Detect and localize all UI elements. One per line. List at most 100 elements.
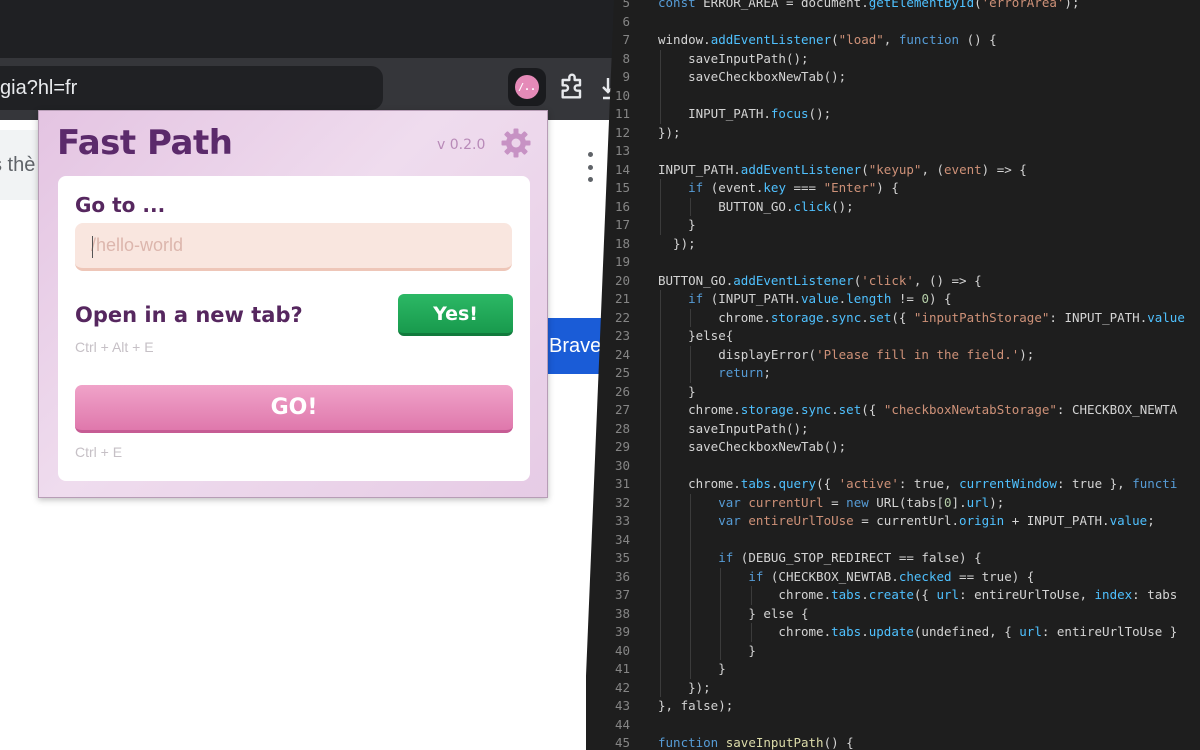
code-token: (INPUT_PATH.: [703, 291, 802, 306]
code-token: BUTTON_GO.: [658, 272, 734, 288]
indent-guide: [750, 586, 752, 605]
code-token: index: [1094, 587, 1133, 602]
code-token: length: [846, 291, 892, 306]
indent-guide: [660, 512, 661, 531]
code-token: : entireUrlToUse }: [1041, 624, 1178, 639]
code-line: 33 var entireUrlToUse = currentUrl.origi…: [586, 512, 1200, 531]
path-input[interactable]: [75, 223, 512, 271]
code-line: 44: [586, 716, 1200, 735]
code-token: 'Please fill in the field.': [816, 346, 1020, 362]
line-number: 38: [614, 605, 630, 621]
code-token: 0: [921, 291, 929, 306]
gear-icon[interactable]: [500, 127, 532, 159]
code-token: const: [658, 0, 704, 10]
indent-guide: [720, 604, 722, 623]
indent-guide: [690, 364, 692, 383]
code-token: saveCheckboxNewTab();: [688, 69, 847, 84]
code-token: value: [801, 291, 839, 306]
indent-guide: [720, 623, 722, 642]
code-token: INPUT_PATH.: [658, 161, 741, 177]
code-token: tabs: [740, 476, 771, 491]
code-token: if: [718, 550, 734, 565]
code-token: ,: [883, 32, 899, 47]
indent-guide: [690, 493, 692, 512]
code-token: var: [718, 494, 741, 510]
indent-guide: [690, 549, 692, 568]
code-token: storage: [740, 402, 794, 417]
code-line: 15 if (event.key === "Enter") {: [586, 179, 1200, 198]
code-token: chrome.: [718, 309, 771, 325]
line-number: 36: [614, 568, 630, 584]
code-token: tabs: [831, 587, 862, 602]
code-token: saveInputPath: [725, 735, 824, 750]
code-token: ===: [785, 180, 824, 195]
code-token: ({: [861, 402, 884, 417]
code-token: saveCheckboxNewTab();: [688, 439, 847, 454]
indent-guide: [720, 586, 722, 605]
code-line: 6: [586, 13, 1200, 32]
code-token: tabs: [831, 624, 862, 639]
code-token: value: [1109, 513, 1148, 528]
indent-guide: [690, 567, 692, 586]
indent-guide: [660, 641, 661, 660]
code-token: (undefined, {: [913, 624, 1020, 639]
code-token: "Enter": [823, 180, 877, 195]
code-token: !=: [891, 291, 922, 306]
code-token: + INPUT_PATH.: [1004, 513, 1110, 528]
indent-guide: [690, 530, 692, 549]
code-token: storage: [770, 309, 824, 325]
indent-guide: [660, 290, 661, 309]
line-number: 35: [614, 550, 630, 565]
code-line: 29 saveCheckboxNewTab();: [586, 438, 1200, 457]
indent-guide: [690, 641, 692, 660]
code-line: 23 }else{: [586, 327, 1200, 346]
more-options-icon[interactable]: [584, 152, 596, 182]
indent-guide: [660, 364, 661, 383]
code-line: 11 INPUT_PATH.focus();: [586, 105, 1200, 124]
line-number: 34: [614, 531, 630, 547]
code-token: displayError(: [718, 346, 817, 362]
code-token: addEventListener: [740, 161, 862, 177]
code-token: , (: [921, 161, 945, 177]
code-token: }else{: [688, 328, 734, 343]
code-line: 22 chrome.storage.sync.set({ "inputPathS…: [586, 308, 1200, 327]
code-token: ) {: [928, 291, 952, 306]
line-number: 41: [614, 661, 630, 676]
code-token: function: [898, 32, 960, 47]
extensions-puzzle-icon[interactable]: [556, 72, 588, 104]
code-token: .: [793, 402, 802, 417]
code-token: = currentUrl.: [853, 513, 960, 528]
address-bar[interactable]: gia?hl=fr: [0, 66, 383, 110]
version-label: v 0.2.0: [437, 137, 486, 153]
code-token: .: [861, 587, 869, 602]
code-token: key: [763, 180, 786, 195]
code-token: currentWindow: [959, 476, 1057, 491]
code-token: } else {: [748, 605, 809, 621]
code-token: (event.: [703, 180, 764, 195]
code-token: ({: [816, 476, 839, 491]
newtab-yes-toggle[interactable]: Yes!: [398, 294, 513, 336]
code-token: .: [823, 309, 832, 325]
code-token: if: [748, 568, 764, 584]
fast-path-extension-button[interactable]: /..: [508, 68, 546, 106]
code-token: (: [974, 0, 982, 10]
code-token: : CHECKBOX_NEWTA: [1056, 402, 1178, 417]
code-token: : true,: [898, 476, 960, 491]
indent-guide: [750, 623, 752, 642]
code-token: new: [846, 494, 869, 510]
code-token: : tabs: [1132, 587, 1178, 602]
indent-guide: [660, 197, 661, 216]
code-token: addEventListener: [710, 32, 832, 47]
code-token: (DEBUG_STOP_REDIRECT == false) {: [733, 550, 982, 565]
code-line: 13: [586, 142, 1200, 161]
code-line: 18 });: [586, 235, 1200, 254]
code-token: sync: [831, 309, 862, 325]
line-number: 39: [614, 624, 630, 639]
code-token: checked: [898, 568, 952, 584]
code-token: (: [861, 161, 869, 177]
go-button[interactable]: GO!: [75, 385, 513, 433]
code-token: "checkboxNewtabStorage": [883, 402, 1057, 417]
indent-guide: [660, 623, 661, 642]
code-token: .: [861, 624, 869, 639]
code-token: origin: [959, 513, 1005, 528]
